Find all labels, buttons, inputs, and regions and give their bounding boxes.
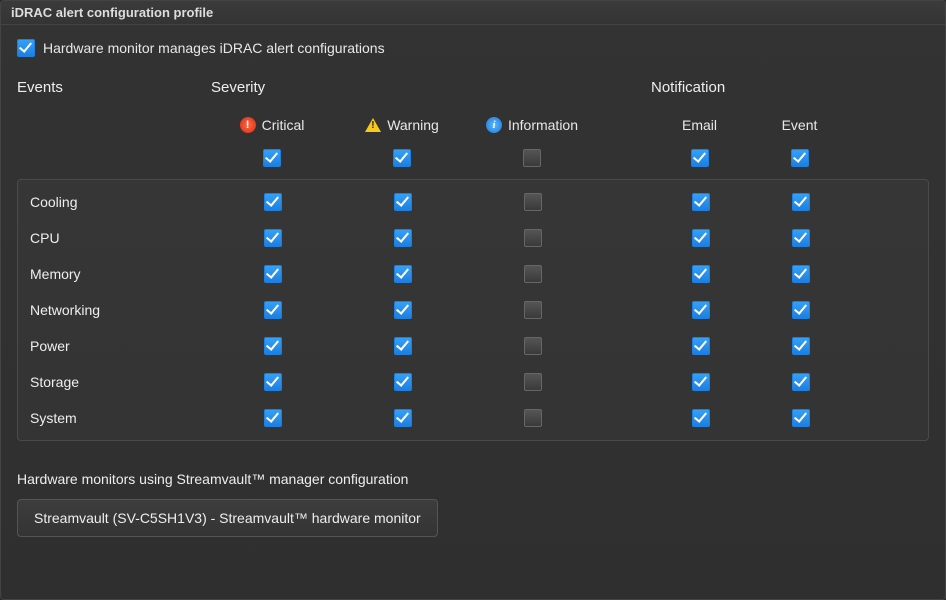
- cb-event[interactable]: [792, 373, 810, 391]
- cb-email[interactable]: [692, 337, 710, 355]
- cb-information[interactable]: [524, 265, 542, 283]
- cb-event[interactable]: [792, 265, 810, 283]
- cb-email[interactable]: [692, 229, 710, 247]
- panel-title: iDRAC alert configuration profile: [1, 1, 945, 25]
- group-header-row: Events Severity Notification: [17, 71, 929, 107]
- event-label: Storage: [18, 374, 208, 390]
- critical-icon: !: [240, 117, 256, 133]
- cb-information[interactable]: [524, 337, 542, 355]
- cb-information[interactable]: [524, 193, 542, 211]
- cb-email[interactable]: [692, 265, 710, 283]
- event-row: Cooling: [18, 184, 928, 220]
- cb-email[interactable]: [692, 193, 710, 211]
- info-icon: i: [486, 117, 502, 133]
- cb-warning[interactable]: [394, 229, 412, 247]
- master-col-cb-warning[interactable]: [393, 149, 411, 167]
- cb-warning[interactable]: [394, 373, 412, 391]
- notification-header: Notification: [647, 79, 847, 100]
- event-label: Memory: [18, 266, 208, 282]
- col-header-email: Email: [647, 117, 752, 133]
- master-toggle-label: Hardware monitor manages iDRAC alert con…: [43, 40, 385, 56]
- cb-warning[interactable]: [394, 409, 412, 427]
- cb-information[interactable]: [524, 301, 542, 319]
- cb-information[interactable]: [524, 409, 542, 427]
- cb-critical[interactable]: [264, 193, 282, 211]
- column-master-checkbox-row: [17, 143, 929, 173]
- event-row: Storage: [18, 364, 928, 400]
- master-col-cb-email[interactable]: [691, 149, 709, 167]
- column-header-row: ! Critical Warning i Information Email E…: [17, 107, 929, 143]
- col-header-information: i Information: [467, 117, 597, 133]
- cb-email[interactable]: [692, 301, 710, 319]
- event-label: Cooling: [18, 194, 208, 210]
- event-label: Power: [18, 338, 208, 354]
- cb-warning[interactable]: [394, 301, 412, 319]
- cb-event[interactable]: [792, 409, 810, 427]
- idrac-alert-config-panel: iDRAC alert configuration profile Hardwa…: [0, 0, 946, 600]
- cb-email[interactable]: [692, 409, 710, 427]
- events-header: Events: [17, 79, 207, 100]
- master-col-cb-information[interactable]: [523, 149, 541, 167]
- monitors-list: Streamvault (SV-C5SH1V3) - Streamvault™ …: [17, 499, 929, 537]
- event-label: System: [18, 410, 208, 426]
- cb-event[interactable]: [792, 337, 810, 355]
- events-table: Cooling CPU Memory Networking Power Storage Sy…: [17, 179, 929, 441]
- master-toggle-checkbox[interactable]: [17, 39, 35, 57]
- event-row: Power: [18, 328, 928, 364]
- cb-warning[interactable]: [394, 337, 412, 355]
- col-header-warning: Warning: [337, 117, 467, 133]
- cb-warning[interactable]: [394, 265, 412, 283]
- cb-event[interactable]: [792, 229, 810, 247]
- cb-critical[interactable]: [264, 373, 282, 391]
- panel-content: Hardware monitor manages iDRAC alert con…: [1, 25, 945, 547]
- cb-event[interactable]: [792, 301, 810, 319]
- cb-critical[interactable]: [264, 337, 282, 355]
- cb-information[interactable]: [524, 229, 542, 247]
- cb-critical[interactable]: [264, 229, 282, 247]
- cb-warning[interactable]: [394, 193, 412, 211]
- warning-icon: [365, 118, 381, 132]
- monitors-heading: Hardware monitors using Streamvault™ man…: [17, 471, 929, 487]
- cb-critical[interactable]: [264, 265, 282, 283]
- event-label: Networking: [18, 302, 208, 318]
- col-header-event: Event: [752, 117, 847, 133]
- cb-information[interactable]: [524, 373, 542, 391]
- event-row: Networking: [18, 292, 928, 328]
- cb-critical[interactable]: [264, 301, 282, 319]
- master-toggle-row: Hardware monitor manages iDRAC alert con…: [17, 39, 929, 57]
- event-row: CPU: [18, 220, 928, 256]
- master-col-cb-critical[interactable]: [263, 149, 281, 167]
- event-row: System: [18, 400, 928, 436]
- monitor-item[interactable]: Streamvault (SV-C5SH1V3) - Streamvault™ …: [17, 499, 438, 537]
- master-col-cb-event[interactable]: [791, 149, 809, 167]
- cb-critical[interactable]: [264, 409, 282, 427]
- event-label: CPU: [18, 230, 208, 246]
- severity-header: Severity: [207, 79, 597, 100]
- cb-event[interactable]: [792, 193, 810, 211]
- cb-email[interactable]: [692, 373, 710, 391]
- event-row: Memory: [18, 256, 928, 292]
- col-header-critical: ! Critical: [207, 117, 337, 133]
